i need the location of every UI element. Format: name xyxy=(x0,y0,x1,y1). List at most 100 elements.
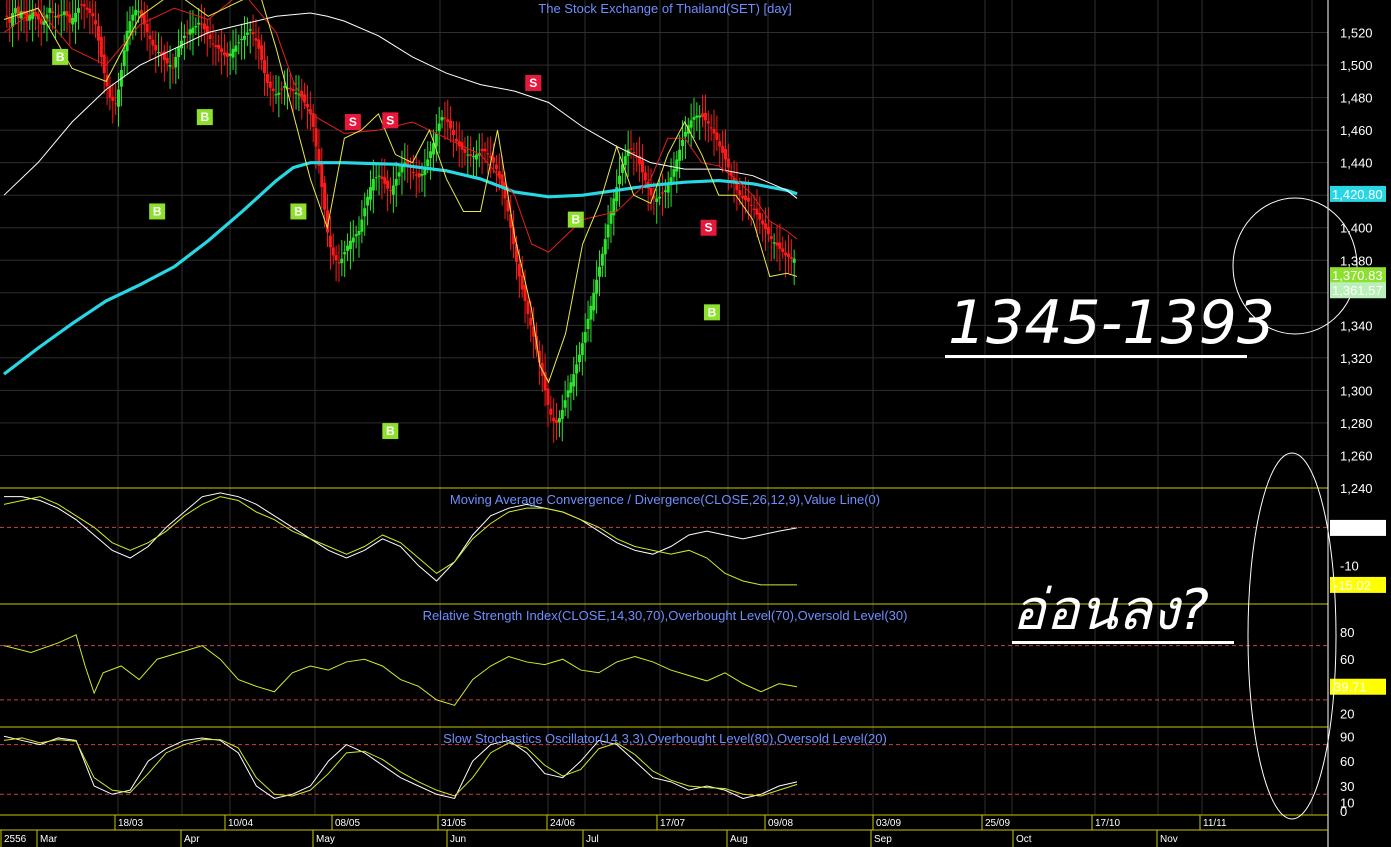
candle-body xyxy=(483,148,487,152)
candle-body xyxy=(354,234,358,237)
candle-body xyxy=(211,43,215,45)
buy-signal-label: B xyxy=(294,204,303,218)
indicator-highlight-ellipse xyxy=(1247,452,1337,820)
date-label-top: 10/04 xyxy=(228,818,253,829)
candle-body xyxy=(114,103,118,105)
candle-body xyxy=(623,156,627,166)
price-tick-label: 1,320 xyxy=(1340,351,1373,366)
candle-body xyxy=(314,128,318,147)
candle-body xyxy=(592,292,596,311)
candle-body xyxy=(377,175,381,177)
candle-body xyxy=(331,247,335,256)
date-label-bottom: Nov xyxy=(1160,834,1178,845)
buy-signal-label: B xyxy=(571,213,580,227)
candle-body xyxy=(340,258,344,264)
indicator-panel-title: Slow Stochastics Oscillator(14,3,3),Over… xyxy=(443,731,887,746)
candle-body xyxy=(274,94,278,96)
candle-body xyxy=(99,36,103,57)
candle-body xyxy=(789,257,793,259)
price-tick-label: 1,460 xyxy=(1340,123,1373,138)
candle-body xyxy=(474,154,478,160)
candle-body xyxy=(649,187,653,196)
date-label-top: 11/11 xyxy=(1203,818,1227,829)
candle-body xyxy=(492,157,496,163)
ma-value-tag: 1,370.83 xyxy=(1332,268,1383,283)
date-label-bottom: Jul xyxy=(586,834,599,845)
indicator-tick-label: 60 xyxy=(1340,754,1354,769)
candle-body xyxy=(449,120,453,129)
candle-body xyxy=(632,151,636,153)
candle-body xyxy=(366,196,370,206)
candle-body xyxy=(566,390,570,398)
candle-body xyxy=(165,57,169,64)
candle-body xyxy=(589,305,593,320)
sell-signal-label: S xyxy=(386,113,394,127)
candle-body xyxy=(82,4,86,7)
candle-body xyxy=(245,32,249,35)
candle-body xyxy=(420,174,424,176)
macd-value-tag: -0.15 xyxy=(1334,521,1364,536)
price-tick-label: 1,440 xyxy=(1340,156,1373,171)
candle-body xyxy=(781,248,785,253)
candle-body xyxy=(443,117,447,119)
candle-body xyxy=(174,56,178,68)
candle-body xyxy=(154,44,158,51)
candle-body xyxy=(598,266,602,277)
candle-body xyxy=(552,417,556,422)
candle-body xyxy=(108,86,112,98)
ma200-value-tag: 1,420.80 xyxy=(1332,187,1383,202)
sell-signal-label: S xyxy=(349,115,357,129)
candle-body xyxy=(603,239,607,255)
candle-body xyxy=(157,52,161,54)
date-label-top: 03/09 xyxy=(876,818,901,829)
candle-body xyxy=(265,73,269,83)
candle-body xyxy=(320,163,324,188)
buy-signal-label: B xyxy=(200,110,209,124)
candle-body xyxy=(480,148,484,152)
candle-body xyxy=(16,6,20,18)
candle-body xyxy=(709,127,713,129)
candle-body xyxy=(695,115,699,118)
candle-body xyxy=(363,208,367,217)
candle-body xyxy=(277,92,281,95)
last-close-tag: 1,361.57 xyxy=(1332,283,1383,298)
candle-body xyxy=(746,197,750,202)
candle-body xyxy=(389,190,393,192)
candle-body xyxy=(288,87,292,90)
candle-body xyxy=(563,400,567,408)
candle-body xyxy=(517,263,521,277)
candle-body xyxy=(368,187,372,200)
candle-body xyxy=(721,145,725,153)
candle-body xyxy=(42,21,46,25)
candle-body xyxy=(271,88,275,92)
indicator-panel-title: Relative Strength Index(CLOSE,14,30,70),… xyxy=(423,608,908,623)
candle-body xyxy=(546,388,550,406)
candle-body xyxy=(194,26,198,28)
candle-body xyxy=(572,374,576,387)
candle-body xyxy=(555,419,559,423)
candle-body xyxy=(772,242,776,244)
date-label-top: 24/06 xyxy=(550,818,575,829)
price-tick-label: 1,520 xyxy=(1340,26,1373,41)
candle-body xyxy=(411,171,415,173)
candle-body xyxy=(334,255,338,261)
candle-body xyxy=(151,39,155,46)
indicator-tick-label: 80 xyxy=(1340,625,1354,640)
candle-body xyxy=(380,176,384,179)
candle-body xyxy=(346,245,350,251)
candle-body xyxy=(577,354,581,363)
buy-signal-label: B xyxy=(386,424,395,438)
date-label-top: 08/05 xyxy=(335,818,360,829)
candle-body xyxy=(260,45,264,61)
candle-body xyxy=(712,128,716,134)
candle-body xyxy=(678,149,682,161)
candle-body xyxy=(348,240,352,250)
date-label-bottom: Oct xyxy=(1016,834,1032,845)
candle-body xyxy=(182,35,186,39)
candle-body xyxy=(446,119,450,122)
candle-body xyxy=(79,4,83,6)
candle-body xyxy=(786,253,790,258)
candle-body xyxy=(595,279,599,294)
candle-body xyxy=(560,409,564,419)
price-tick-label: 1,260 xyxy=(1340,448,1373,463)
